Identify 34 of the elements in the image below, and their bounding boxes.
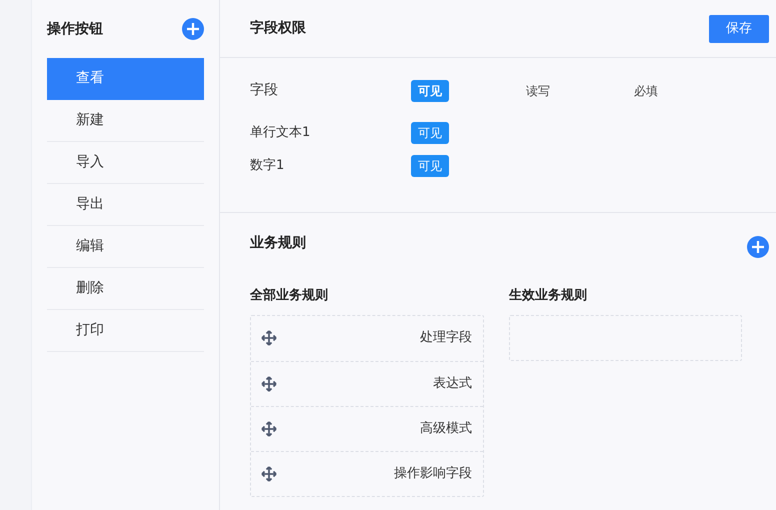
save-button[interactable]: 保存 — [709, 14, 769, 42]
panel-title: 操作按钮 — [47, 20, 103, 38]
section-title: 字段权限 — [250, 18, 306, 38]
section-title: 业务规则 — [250, 234, 306, 253]
sidebar-item[interactable]: 新建 — [47, 100, 204, 142]
move-icon[interactable] — [261, 376, 277, 392]
rule-label: 高级模式 — [420, 420, 472, 438]
sidebar-item[interactable]: 查看 — [47, 58, 204, 100]
rule-label: 表达式 — [433, 374, 472, 393]
visible-tag: 可见 — [411, 122, 449, 144]
add-icon[interactable] — [182, 18, 204, 40]
sidebar-item[interactable]: 导出 — [47, 184, 204, 226]
list-title: 全部业务规则 — [250, 286, 329, 305]
permission-tab[interactable]: 读写 — [519, 80, 557, 102]
add-icon[interactable] — [747, 236, 769, 258]
move-icon[interactable] — [261, 466, 277, 482]
rule-label: 处理字段 — [420, 329, 472, 348]
rule-label: 操作影响字段 — [394, 464, 472, 483]
rule-item[interactable]: 高级模式 — [251, 406, 483, 450]
move-icon[interactable] — [261, 330, 277, 346]
sidebar-item[interactable]: 删除 — [47, 268, 204, 310]
move-icon[interactable] — [261, 420, 277, 436]
field-name: 单行文本1 — [250, 124, 312, 142]
rule-item[interactable]: 操作影响字段 — [251, 450, 483, 496]
rule-item[interactable]: 处理字段 — [251, 316, 483, 360]
field-header: 字段 — [250, 80, 279, 100]
sidebar-item[interactable]: 导入 — [47, 142, 204, 184]
visible-tag: 可见 — [411, 155, 449, 177]
sidebar-item[interactable]: 编辑 — [47, 226, 204, 268]
sidebar-item[interactable]: 打印 — [47, 310, 204, 352]
permission-tab[interactable]: 必填 — [627, 80, 665, 102]
field-name: 数字1 — [250, 157, 286, 176]
list-title: 生效业务规则 — [509, 287, 588, 305]
rule-item[interactable]: 表达式 — [251, 360, 483, 406]
